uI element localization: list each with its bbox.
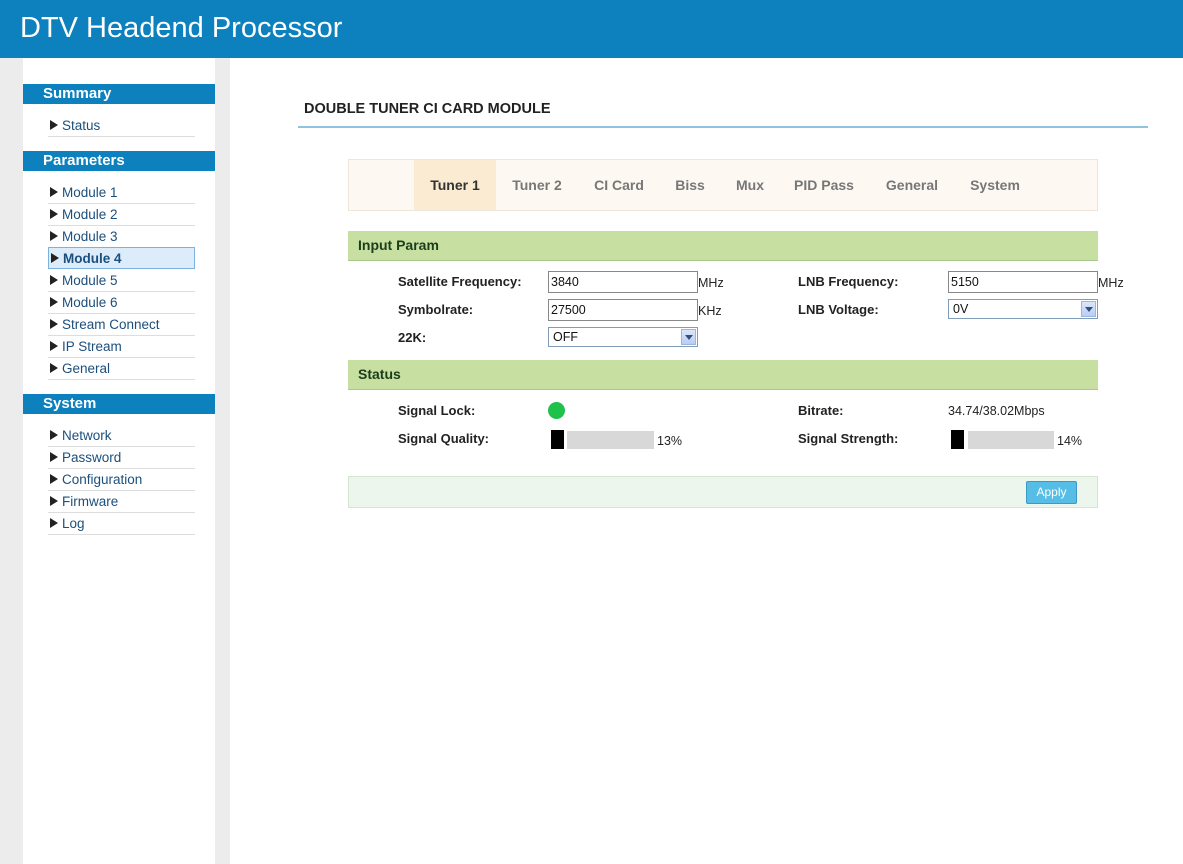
signal-strength-marker bbox=[951, 430, 964, 449]
sidebar-item-module-6[interactable]: Module 6 bbox=[48, 292, 195, 314]
sidebar-item-status[interactable]: Status bbox=[48, 115, 195, 137]
sidebar-item-label: Log bbox=[62, 516, 85, 531]
sidebar-item-label: Module 3 bbox=[62, 229, 118, 244]
sidebar-item-ip-stream[interactable]: IP Stream bbox=[48, 336, 195, 358]
triangle-right-icon bbox=[50, 496, 58, 506]
signal-strength-bar bbox=[968, 431, 1054, 449]
triangle-right-icon bbox=[50, 275, 58, 285]
triangle-right-icon bbox=[50, 518, 58, 528]
sidebar-item-label: General bbox=[62, 361, 111, 376]
signal-quality-marker bbox=[551, 430, 564, 449]
chevron-down-icon[interactable] bbox=[1081, 301, 1096, 317]
lnb-voltage-label: LNB Voltage: bbox=[798, 302, 879, 317]
sidebar-item-network[interactable]: Network bbox=[48, 425, 195, 447]
sidebar-item-label: Module 6 bbox=[62, 295, 118, 310]
sidebar-item-label: Network bbox=[62, 428, 112, 443]
sidebar-item-stream-connect[interactable]: Stream Connect bbox=[48, 314, 195, 336]
tab-tuner-2[interactable]: Tuner 2 bbox=[496, 160, 578, 210]
sidebar-item-log[interactable]: Log bbox=[48, 513, 195, 535]
sidebar-item-module-3[interactable]: Module 3 bbox=[48, 226, 195, 248]
sidebar-item-module-2[interactable]: Module 2 bbox=[48, 204, 195, 226]
lnb-frequency-unit: MHz bbox=[1098, 276, 1124, 290]
sidebar-item-label: Module 4 bbox=[63, 251, 122, 266]
tab-system[interactable]: System bbox=[956, 160, 1034, 210]
chevron-down-icon[interactable] bbox=[681, 329, 696, 345]
22k-value: OFF bbox=[553, 330, 578, 344]
tab-tuner-1[interactable]: Tuner 1 bbox=[414, 160, 496, 210]
triangle-right-icon bbox=[50, 430, 58, 440]
sidebar-section-parameters: Parameters bbox=[23, 151, 215, 171]
signal-quality-percent: 13% bbox=[657, 434, 683, 448]
lnb-frequency-label: LNB Frequency: bbox=[798, 274, 899, 289]
sidebar-section-summary: Summary bbox=[23, 84, 215, 104]
bitrate-value: 34.74/38.02Mbps bbox=[948, 404, 1045, 418]
sidebar-item-general[interactable]: General bbox=[48, 358, 195, 380]
triangle-right-icon bbox=[50, 341, 58, 351]
triangle-right-icon bbox=[50, 187, 58, 197]
signal-strength-percent: 14% bbox=[1057, 434, 1083, 448]
tab-bar: Tuner 1 Tuner 2 CI Card Biss Mux PID Pas… bbox=[348, 159, 1098, 211]
signal-quality-bar bbox=[567, 431, 654, 449]
page-title: DOUBLE TUNER CI CARD MODULE bbox=[304, 101, 551, 117]
sidebar-item-label: Module 1 bbox=[62, 185, 118, 200]
triangle-right-icon bbox=[50, 474, 58, 484]
app-title: DTV Headend Processor bbox=[20, 12, 343, 44]
sidebar-item-label: Password bbox=[62, 450, 122, 465]
sidebar-item-module-1[interactable]: Module 1 bbox=[48, 182, 195, 204]
sidebar-item-module-5[interactable]: Module 5 bbox=[48, 270, 195, 292]
sidebar-item-label: Configuration bbox=[62, 472, 143, 487]
sidebar-item-label: Module 2 bbox=[62, 207, 118, 222]
triangle-right-icon bbox=[51, 253, 59, 263]
signal-quality-label: Signal Quality: bbox=[398, 431, 490, 446]
satellite-frequency-label: Satellite Frequency: bbox=[398, 274, 522, 289]
triangle-right-icon bbox=[50, 297, 58, 307]
lnb-frequency-input[interactable]: 5150 bbox=[948, 271, 1098, 293]
triangle-right-icon bbox=[50, 452, 58, 462]
signal-strength-label: Signal Strength: bbox=[798, 431, 899, 446]
lnb-voltage-value: 0V bbox=[953, 302, 969, 316]
satellite-frequency-unit: MHz bbox=[698, 276, 724, 290]
triangle-right-icon bbox=[50, 363, 58, 373]
apply-button[interactable]: Apply bbox=[1026, 481, 1077, 504]
sidebar-item-label: Stream Connect bbox=[62, 317, 160, 332]
tab-biss[interactable]: Biss bbox=[660, 160, 720, 210]
signal-lock-label: Signal Lock: bbox=[398, 403, 476, 418]
sidebar-section-system: System bbox=[23, 394, 215, 414]
triangle-right-icon bbox=[50, 120, 58, 130]
sidebar-item-module-4[interactable]: Module 4 bbox=[48, 247, 195, 269]
symbolrate-input[interactable]: 27500 bbox=[548, 299, 698, 321]
lnb-voltage-select[interactable]: 0V bbox=[948, 299, 1098, 319]
title-divider bbox=[298, 126, 1148, 128]
tab-ci-card[interactable]: CI Card bbox=[578, 160, 660, 210]
triangle-right-icon bbox=[50, 319, 58, 329]
22k-select[interactable]: OFF bbox=[548, 327, 698, 347]
satellite-frequency-input[interactable]: 3840 bbox=[548, 271, 698, 293]
sidebar-item-firmware[interactable]: Firmware bbox=[48, 491, 195, 513]
tab-general[interactable]: General bbox=[868, 160, 956, 210]
triangle-right-icon bbox=[50, 231, 58, 241]
tab-mux[interactable]: Mux bbox=[720, 160, 780, 210]
sidebar-item-label: Status bbox=[62, 118, 101, 133]
action-bar: Apply bbox=[348, 476, 1098, 508]
22k-label: 22K: bbox=[398, 330, 427, 345]
signal-lock-indicator bbox=[548, 402, 565, 419]
triangle-right-icon bbox=[50, 209, 58, 219]
bitrate-label: Bitrate: bbox=[798, 403, 844, 418]
status-header: Status bbox=[348, 360, 1098, 390]
main-content: DOUBLE TUNER CI CARD MODULE Tuner 1 Tune… bbox=[230, 58, 1183, 864]
symbolrate-unit: KHz bbox=[698, 304, 722, 318]
sidebar: Summary Status Parameters Module 1 Modul… bbox=[23, 58, 215, 864]
sidebar-item-label: IP Stream bbox=[62, 339, 122, 354]
input-param-header: Input Param bbox=[348, 231, 1098, 261]
sidebar-item-configuration[interactable]: Configuration bbox=[48, 469, 195, 491]
sidebar-item-label: Module 5 bbox=[62, 273, 118, 288]
sidebar-item-label: Firmware bbox=[62, 494, 119, 509]
symbolrate-label: Symbolrate: bbox=[398, 302, 474, 317]
app-header: DTV Headend Processor bbox=[0, 0, 1183, 58]
tab-pid-pass[interactable]: PID Pass bbox=[780, 160, 868, 210]
sidebar-item-password[interactable]: Password bbox=[48, 447, 195, 469]
